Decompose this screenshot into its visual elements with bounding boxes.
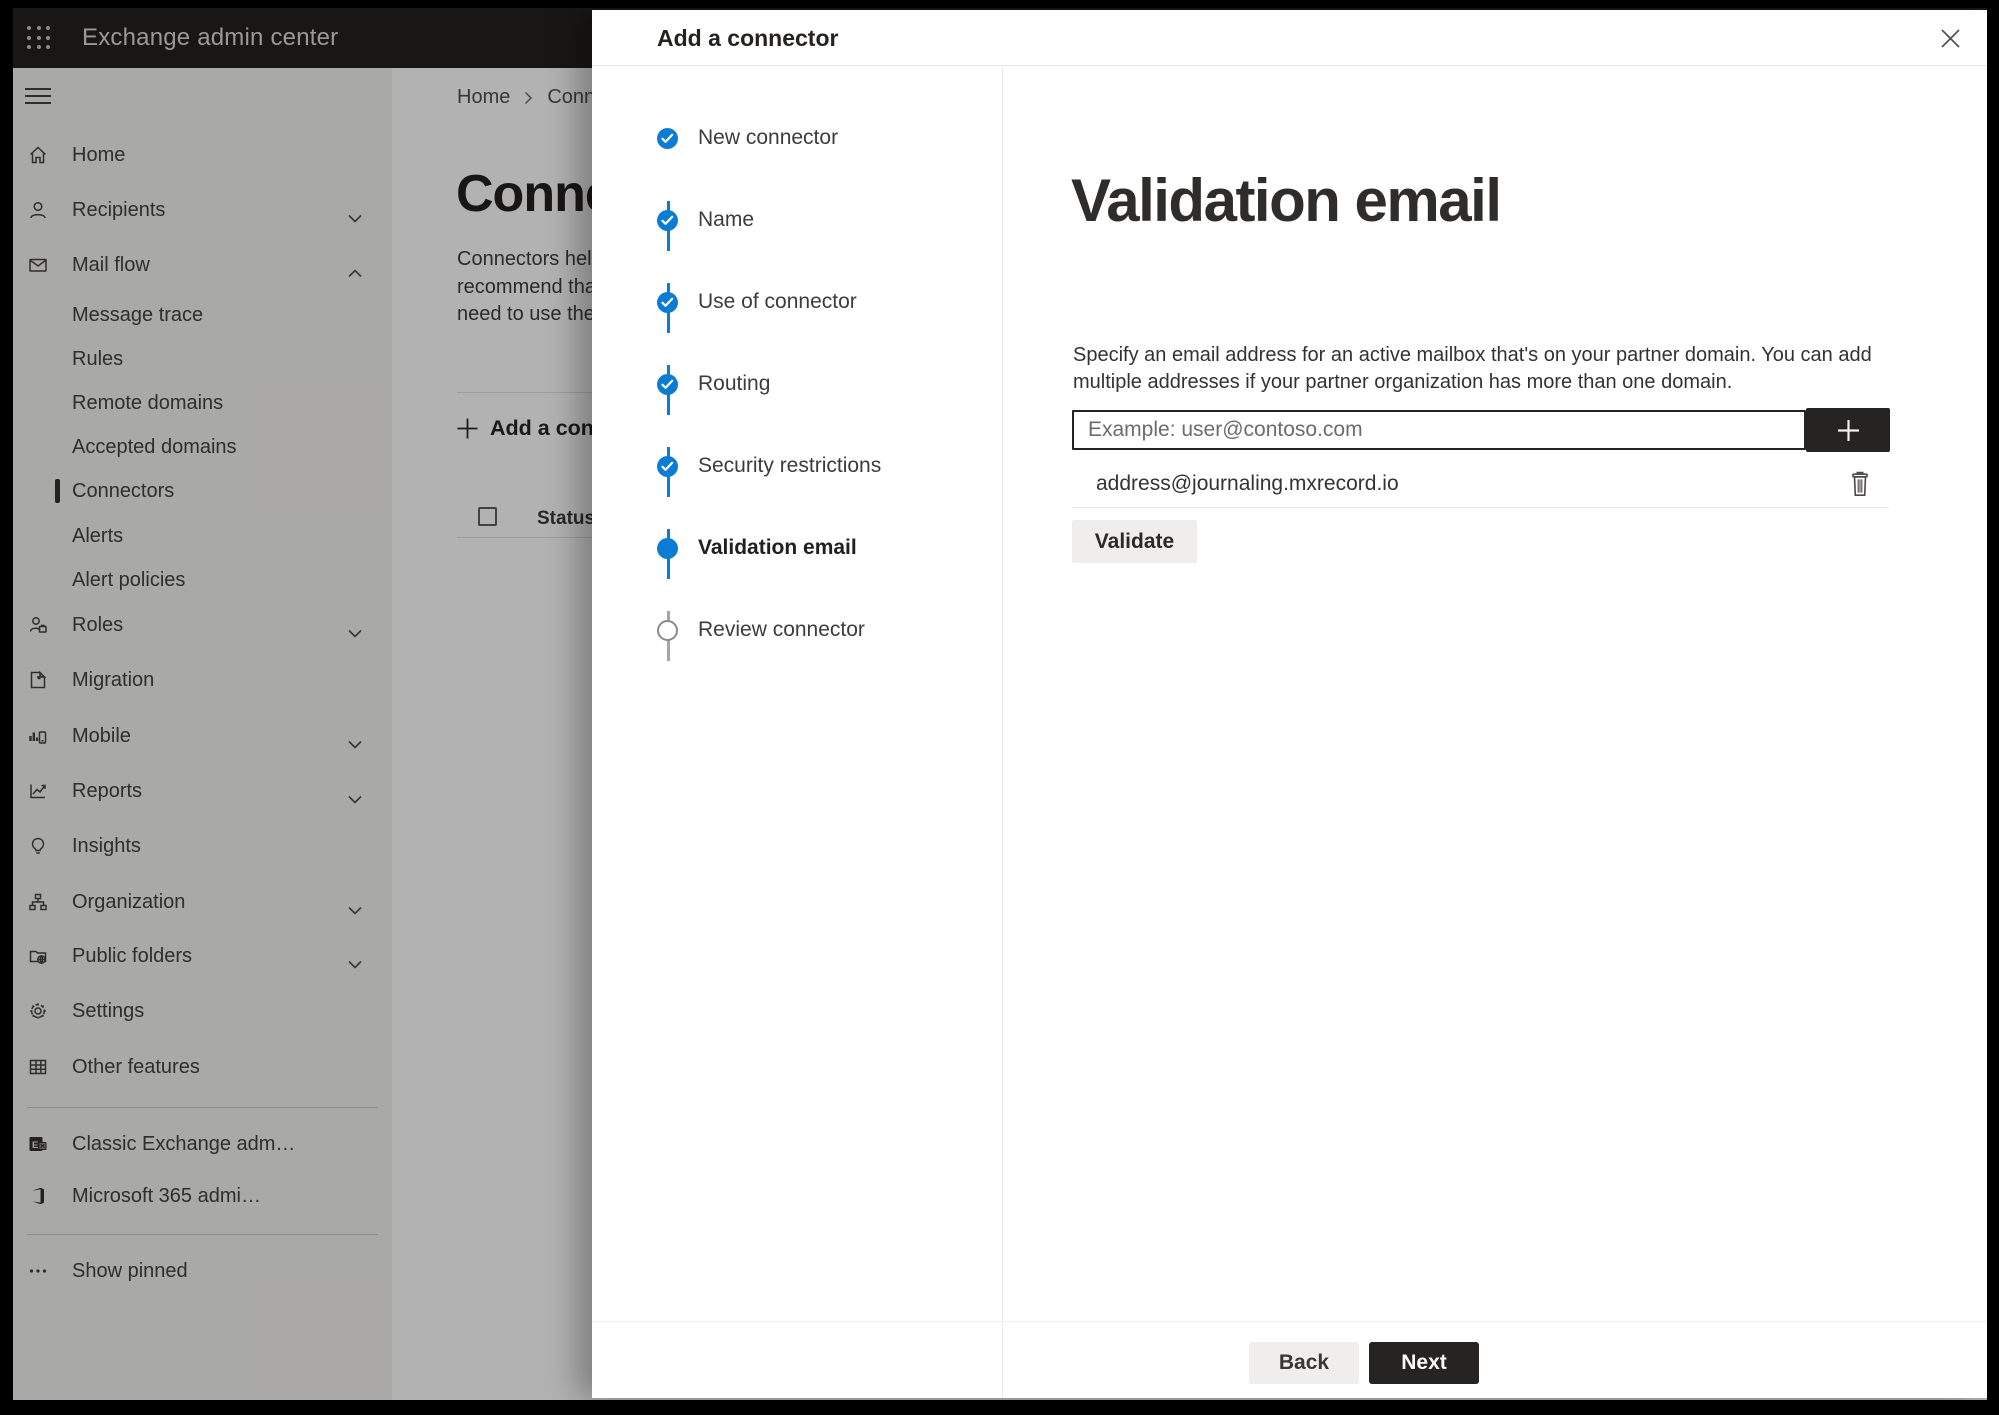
- footer-divider: [592, 1321, 1987, 1322]
- step-check-icon: [657, 373, 678, 395]
- step-check-icon: [657, 209, 678, 231]
- wizard-steps-rail: New connector Name Use of connector Rout…: [592, 67, 1003, 1398]
- add-email-button[interactable]: [1806, 408, 1890, 452]
- added-address-row: address@journaling.mxrecord.io: [1072, 460, 1889, 508]
- add-connector-panel: Add a connector New connector Name Use o…: [592, 10, 1987, 1398]
- panel-header: Add a connector: [592, 10, 1987, 66]
- screenshot-frame: Exchange admin center Home Recipients Ma…: [0, 0, 1999, 1415]
- panel-title: Add a connector: [657, 25, 839, 51]
- next-button[interactable]: Next: [1369, 1342, 1479, 1384]
- added-address-value: address@journaling.mxrecord.io: [1096, 471, 1399, 495]
- plus-icon: [1837, 419, 1859, 441]
- step-current-dot: [657, 537, 678, 559]
- close-icon[interactable]: [1935, 23, 1965, 53]
- step-todo-circle: [657, 619, 678, 641]
- step-check-icon: [657, 291, 678, 313]
- step-check-icon: [657, 127, 678, 149]
- validate-button[interactable]: Validate: [1072, 520, 1197, 563]
- step-check-icon: [657, 455, 678, 477]
- trash-icon: [1852, 471, 1868, 496]
- step-description: Specify an email address for an active m…: [1073, 344, 1872, 393]
- email-address-input[interactable]: [1072, 410, 1806, 450]
- delete-address-button[interactable]: [1847, 469, 1873, 499]
- back-button[interactable]: Back: [1249, 1342, 1359, 1384]
- step-page-title: Validation email: [1071, 167, 1502, 234]
